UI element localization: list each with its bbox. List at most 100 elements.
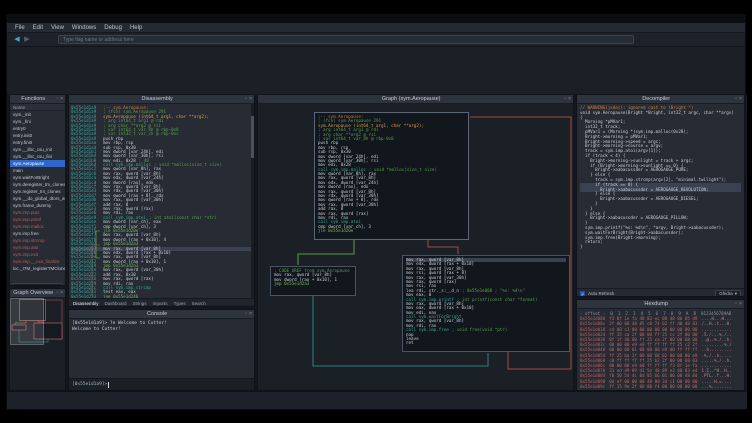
function-list-item[interactable]: sym.__libc_csu_fini: [10, 153, 65, 160]
back-button[interactable]: ◀: [12, 36, 22, 43]
disasm-line[interactable]: 0x55e1d233jne 0x55e1d246: [71, 295, 254, 298]
forward-button[interactable]: ▶: [22, 36, 32, 43]
function-list-item[interactable]: sym.imp.malloc: [10, 223, 65, 230]
function-list-item[interactable]: sym.deregister_tm_clones: [10, 181, 65, 188]
undock-icon[interactable]: ▫: [56, 97, 58, 102]
search-input[interactable]: [58, 35, 634, 44]
function-list-item[interactable]: main: [10, 167, 65, 174]
functions-column-header[interactable]: Name: [10, 104, 65, 111]
menu-item[interactable]: File: [15, 25, 25, 31]
graph-overview-header[interactable]: Graph Overview ▫ ×: [10, 289, 65, 298]
tab[interactable]: Strings: [133, 299, 147, 308]
graph-node-entry[interactable]: ;-- sym.Aeropause: ; (fcn) sym.Aeropause…: [314, 112, 469, 240]
hexdump-view[interactable]: - offset - 0 1 2 3 4 5 6 7 8 9 A B 01234…: [577, 309, 744, 391]
console-prompt: [0x55e1d1a9]>: [72, 382, 107, 387]
console-panel-header[interactable]: Console ▫ ×: [69, 310, 254, 319]
console-line: Welcome to Cutter!: [72, 327, 251, 333]
node-line[interactable]: jmp 0x55e1d2a3: [274, 282, 352, 286]
hexdump-panel: Hexdump ▫ × - offset - 0 1 2 3 4 5 6 7 8…: [576, 299, 745, 391]
decompiler-panel-header[interactable]: Decompiler ▫ ×: [577, 95, 744, 104]
undock-icon[interactable]: ▫: [245, 97, 247, 102]
text-caret: [108, 382, 109, 388]
functions-list: sym._init sym._fini entry0 entry.init0: [10, 111, 65, 275]
decompiler-line[interactable]: }: [580, 245, 741, 250]
function-list-item[interactable]: sym.imp.atoi: [10, 244, 65, 251]
function-list-item[interactable]: sym.frame_dummy: [10, 202, 65, 209]
graph-node-true[interactable]: ; CODE XREF from sym.Aeropause mov rax, …: [270, 266, 356, 296]
function-list-item[interactable]: sym.imp.free: [10, 230, 65, 237]
function-list-item[interactable]: sym.Aeropause: [10, 160, 65, 167]
window-titlebar[interactable]: [7, 15, 745, 23]
close-icon[interactable]: ×: [249, 97, 252, 102]
decompiler-controls: ✓ Auto Refresh Ghidra ▾: [577, 288, 744, 297]
functions-panel-title: Functions: [10, 96, 56, 102]
graph-node-false[interactable]: mov rax, qword [var_8h] mov edx, dword […: [402, 255, 570, 352]
quick-filter-input[interactable]: [12, 283, 63, 286]
function-list-item[interactable]: sym.__do_global_dtors_aux: [10, 195, 65, 202]
function-list-item[interactable]: sym._fini: [10, 118, 65, 125]
function-list-item[interactable]: sym.register_tm_clones: [10, 188, 65, 195]
undock-icon[interactable]: ▫: [245, 312, 247, 317]
close-icon[interactable]: ×: [568, 97, 571, 102]
minimap-graphic: [10, 298, 63, 390]
decompiler-line[interactable]: void sym.Aeropause(Bright *Bright, int32…: [580, 111, 741, 116]
menu-item[interactable]: Windows: [72, 25, 96, 31]
undock-icon[interactable]: ▫: [735, 97, 737, 102]
decompiler-select-value: Ghidra: [719, 291, 733, 296]
menu-item[interactable]: Edit: [33, 25, 43, 31]
tab[interactable]: Imports: [153, 299, 168, 308]
tab[interactable]: Disassembly: [73, 299, 99, 308]
function-list-item[interactable]: loc._ITM_registerTMCloneTable: [10, 265, 65, 272]
functions-panel-header[interactable]: Functions ▫ ×: [10, 95, 65, 104]
function-list-item[interactable]: sym.imp.printf: [10, 216, 65, 223]
function-list-item[interactable]: sym.__libc_csu_init: [10, 146, 65, 153]
widget-tab-bar: Disassembly Dashboard Strings Imports Types S…: [69, 298, 254, 307]
function-list-item[interactable]: sym.imp.puts: [10, 209, 65, 216]
tab[interactable]: Search: [192, 299, 206, 308]
menu-item[interactable]: Help: [130, 25, 142, 31]
function-list-item[interactable]: entry.fini0: [10, 139, 65, 146]
function-list-item[interactable]: entry.init0: [10, 132, 65, 139]
tab[interactable]: Types: [174, 299, 186, 308]
menu-bar: File Edit View Windows Debug Help: [7, 23, 745, 33]
close-icon[interactable]: ×: [739, 97, 742, 102]
disassembly-scrollbar[interactable]: [251, 104, 254, 298]
decompiler-view[interactable]: // WARNING(jsdec): ignored cast to (Brig…: [577, 104, 744, 288]
function-list-item[interactable]: sym.imp.__cxa_finalize: [10, 258, 65, 265]
auto-refresh-checkbox[interactable]: ✓: [580, 291, 585, 296]
graph-panel-title: Graph (sym.Aeropause): [258, 96, 564, 102]
hexdump-panel-title: Hexdump: [577, 301, 735, 307]
tab[interactable]: Dashboard: [105, 299, 127, 308]
decompiler-select[interactable]: Ghidra ▾: [715, 290, 741, 298]
undock-icon[interactable]: ▫: [564, 97, 566, 102]
console-input[interactable]: [0x55e1d1a9]>: [69, 378, 254, 390]
close-icon[interactable]: ×: [60, 291, 63, 296]
function-list-item[interactable]: entry0: [10, 125, 65, 132]
node-line[interactable]: ret: [406, 341, 566, 345]
graph-overview-minimap[interactable]: [10, 298, 65, 390]
node-line[interactable]: jle 0x55e1d20e: [318, 229, 465, 233]
disassembly-panel-header[interactable]: Disassembly ▫ ×: [69, 95, 254, 104]
function-list-item[interactable]: sym.imp.exit: [10, 251, 65, 258]
close-icon[interactable]: ×: [739, 302, 742, 307]
graph-canvas[interactable]: ;-- sym.Aeropause: ; (fcn) sym.Aeropause…: [258, 104, 573, 390]
function-list-item[interactable]: sym.waitForBright: [10, 174, 65, 181]
function-list-item[interactable]: sym.imp.strcmp: [10, 237, 65, 244]
hex-row[interactable]: 0x55e1d09cff 15 9e 2f 00 00 f4 00 00 00 …: [580, 384, 741, 389]
graph-panel-header[interactable]: Graph (sym.Aeropause) ▫ ×: [258, 95, 573, 104]
hexdump-panel-header[interactable]: Hexdump ▫ ×: [577, 300, 744, 309]
cutter-window: File Edit View Windows Debug Help ◀ ▶ Functio…: [6, 14, 746, 410]
disassembly-view[interactable]: 0x55e1d1a9;-- sym.Aeropause: 0x55e1d1a9;…: [69, 104, 254, 298]
menu-item[interactable]: View: [51, 25, 64, 31]
close-icon[interactable]: ×: [60, 97, 63, 102]
decompiler-panel-title: Decompiler: [577, 96, 735, 102]
functions-panel: Functions ▫ × Name sym._init s: [9, 94, 66, 286]
menu-item[interactable]: Debug: [104, 25, 122, 31]
function-list-item[interactable]: sym._init: [10, 111, 65, 118]
undock-icon[interactable]: ▫: [735, 302, 737, 307]
graph-overview-title: Graph Overview: [10, 290, 56, 296]
close-icon[interactable]: ×: [249, 312, 252, 317]
undock-icon[interactable]: ▫: [56, 291, 58, 296]
graph-overview-panel: Graph Overview ▫ ×: [9, 288, 66, 391]
graph-panel: Graph (sym.Aeropause) ▫ ×: [257, 94, 574, 391]
